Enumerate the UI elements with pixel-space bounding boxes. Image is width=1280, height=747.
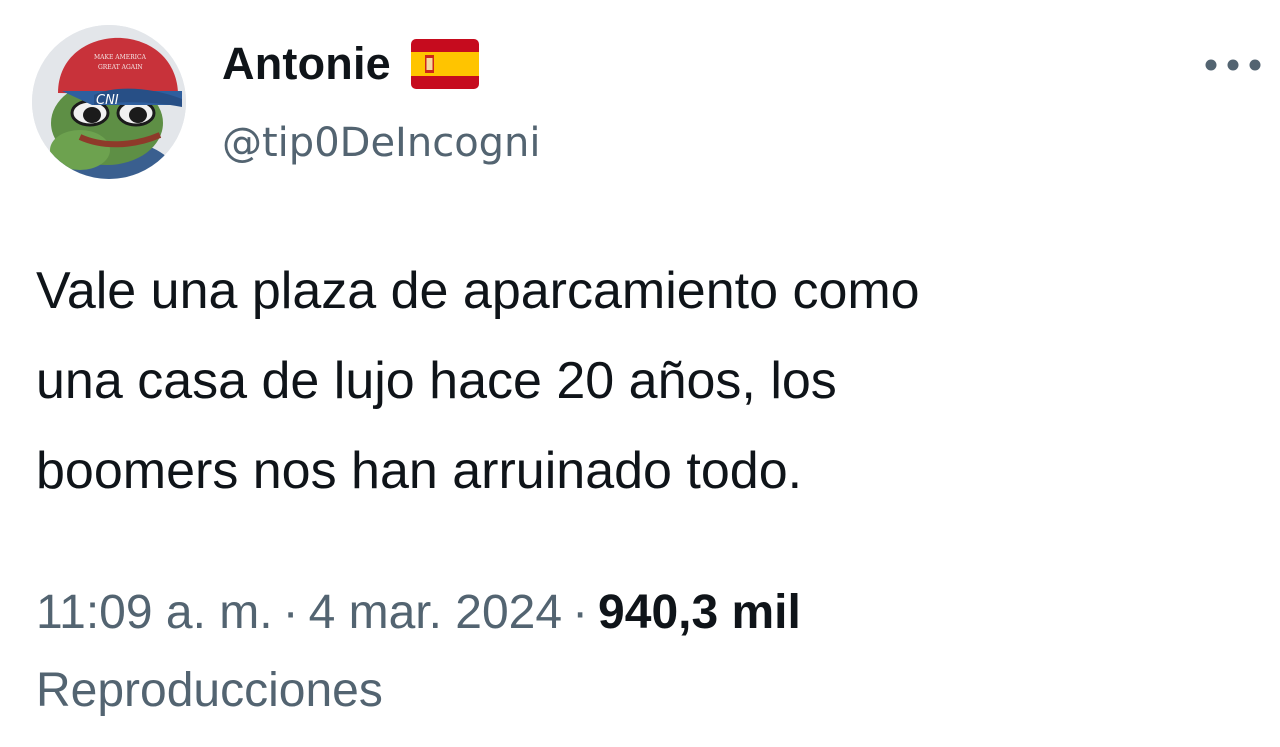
meta-separator: · — [282, 586, 299, 639]
tweet-meta: 11:09 a. m. · 4 mar. 2024 · 940,3 mil — [36, 578, 801, 648]
tweet-time[interactable]: 11:09 a. m. — [36, 586, 273, 639]
avatar[interactable]: CNI MAKE AMERICA GREAT AGAIN — [32, 25, 186, 179]
author-handle[interactable]: @tip0DeIncogni — [222, 116, 541, 170]
views-label: Reproducciones — [36, 664, 383, 717]
svg-text:GREAT AGAIN: GREAT AGAIN — [98, 64, 143, 71]
tweet-text: Vale una plaza de aparcamiento como una … — [36, 262, 920, 500]
views-count[interactable]: 940,3 mil — [598, 586, 801, 639]
svg-text:MAKE AMERICA: MAKE AMERICA — [94, 54, 147, 61]
spain-flag-icon — [410, 39, 479, 89]
tweet-card: CNI MAKE AMERICA GREAT AGAIN Antonie @ti… — [0, 0, 1280, 747]
more-horizontal-icon — [1205, 59, 1261, 71]
tweet-date[interactable]: 4 mar. 2024 — [309, 586, 563, 639]
author-name-row[interactable]: Antonie — [222, 34, 479, 94]
author-name[interactable]: Antonie — [222, 34, 391, 94]
avatar-cap-text: CNI — [96, 93, 119, 108]
more-options-button[interactable] — [1196, 40, 1270, 90]
avatar-image: CNI MAKE AMERICA GREAT AGAIN — [32, 25, 186, 179]
meta-separator: · — [572, 586, 589, 639]
